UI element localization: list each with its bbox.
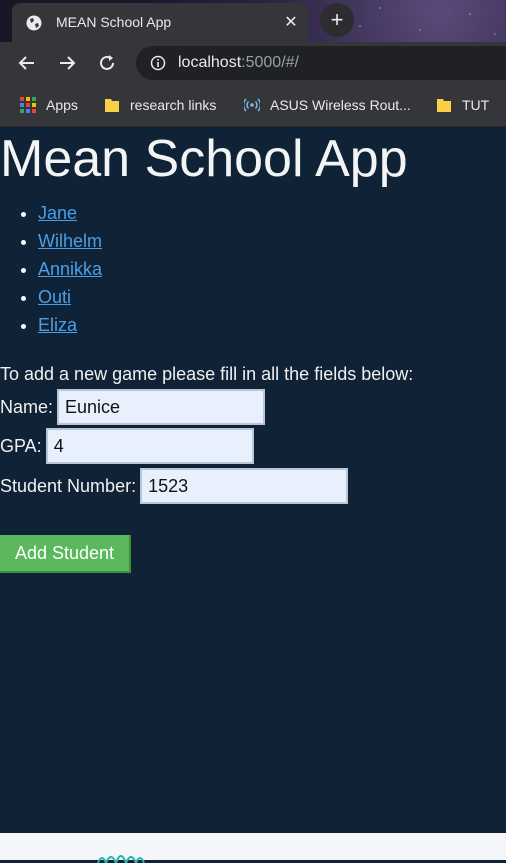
bookmark-apps[interactable]: Apps <box>20 84 78 126</box>
student-number-label: Student Number: <box>0 475 137 496</box>
name-input[interactable] <box>57 389 266 425</box>
student-link-jane[interactable]: Jane <box>38 203 77 223</box>
folder-icon <box>437 99 451 112</box>
browser-tab-strip: MEAN School App ✕ + <box>0 0 506 42</box>
student-link-eliza[interactable]: Eliza <box>38 315 77 335</box>
forward-arrow-icon[interactable] <box>56 52 78 74</box>
list-item: Eliza <box>38 311 102 339</box>
student-link-outi[interactable]: Outi <box>38 287 71 307</box>
list-item: Outi <box>38 283 102 311</box>
apps-grid-icon <box>20 97 36 113</box>
student-link-wilhelm[interactable]: Wilhelm <box>38 231 102 251</box>
name-row: Name: <box>0 389 266 425</box>
folder-icon <box>105 99 119 112</box>
list-item: Wilhelm <box>38 227 102 255</box>
bookmark-research-links[interactable]: research links <box>104 84 216 126</box>
bookmark-tut[interactable]: TUT <box>436 84 489 126</box>
gpa-row: GPA: <box>0 428 254 464</box>
site-info-icon[interactable] <box>150 55 166 71</box>
student-link-annikka[interactable]: Annikka <box>38 259 102 279</box>
gpa-input[interactable] <box>45 428 254 464</box>
bookmarks-bar: Apps research links ASUS Wireless Rout..… <box>0 84 506 127</box>
list-item: Annikka <box>38 255 102 283</box>
student-list: Jane Wilhelm Annikka Outi Eliza <box>0 199 102 339</box>
url-host: localhost <box>178 54 242 71</box>
address-bar[interactable]: localhost:5000/#/ <box>136 46 506 80</box>
browser-toolbar: localhost:5000/#/ <box>0 42 506 84</box>
student-number-row: Student Number: <box>0 468 349 504</box>
lotus-logo-icon <box>97 855 145 863</box>
gpa-label: GPA: <box>0 435 42 456</box>
bookmark-label: TUT <box>462 97 490 113</box>
wireless-router-icon <box>244 98 260 112</box>
add-student-button[interactable]: Add Student <box>0 535 131 573</box>
globe-icon <box>26 15 42 31</box>
bookmark-label: research links <box>130 97 217 113</box>
back-arrow-icon[interactable] <box>16 52 38 74</box>
footer-strip <box>0 833 506 863</box>
bookmark-label: ASUS Wireless Rout... <box>270 97 411 113</box>
form-intro-text: To add a new game please fill in all the… <box>0 364 414 384</box>
page-title: Mean School App <box>0 130 408 188</box>
close-tab-icon[interactable]: ✕ <box>282 12 300 32</box>
student-number-input[interactable] <box>140 468 349 504</box>
browser-tab[interactable]: MEAN School App ✕ <box>12 3 308 42</box>
reload-icon[interactable] <box>96 52 118 74</box>
name-label: Name: <box>0 396 54 417</box>
url-text: localhost:5000/#/ <box>178 54 299 72</box>
url-path: :5000/#/ <box>241 54 299 71</box>
page-content: Mean School App Jane Wilhelm Annikka Out… <box>0 127 506 833</box>
bookmark-asus-router[interactable]: ASUS Wireless Rout... <box>244 84 411 126</box>
tab-title: MEAN School App <box>56 14 172 30</box>
new-tab-button[interactable]: + <box>320 3 354 37</box>
bookmark-label: Apps <box>46 97 78 113</box>
list-item: Jane <box>38 199 102 227</box>
